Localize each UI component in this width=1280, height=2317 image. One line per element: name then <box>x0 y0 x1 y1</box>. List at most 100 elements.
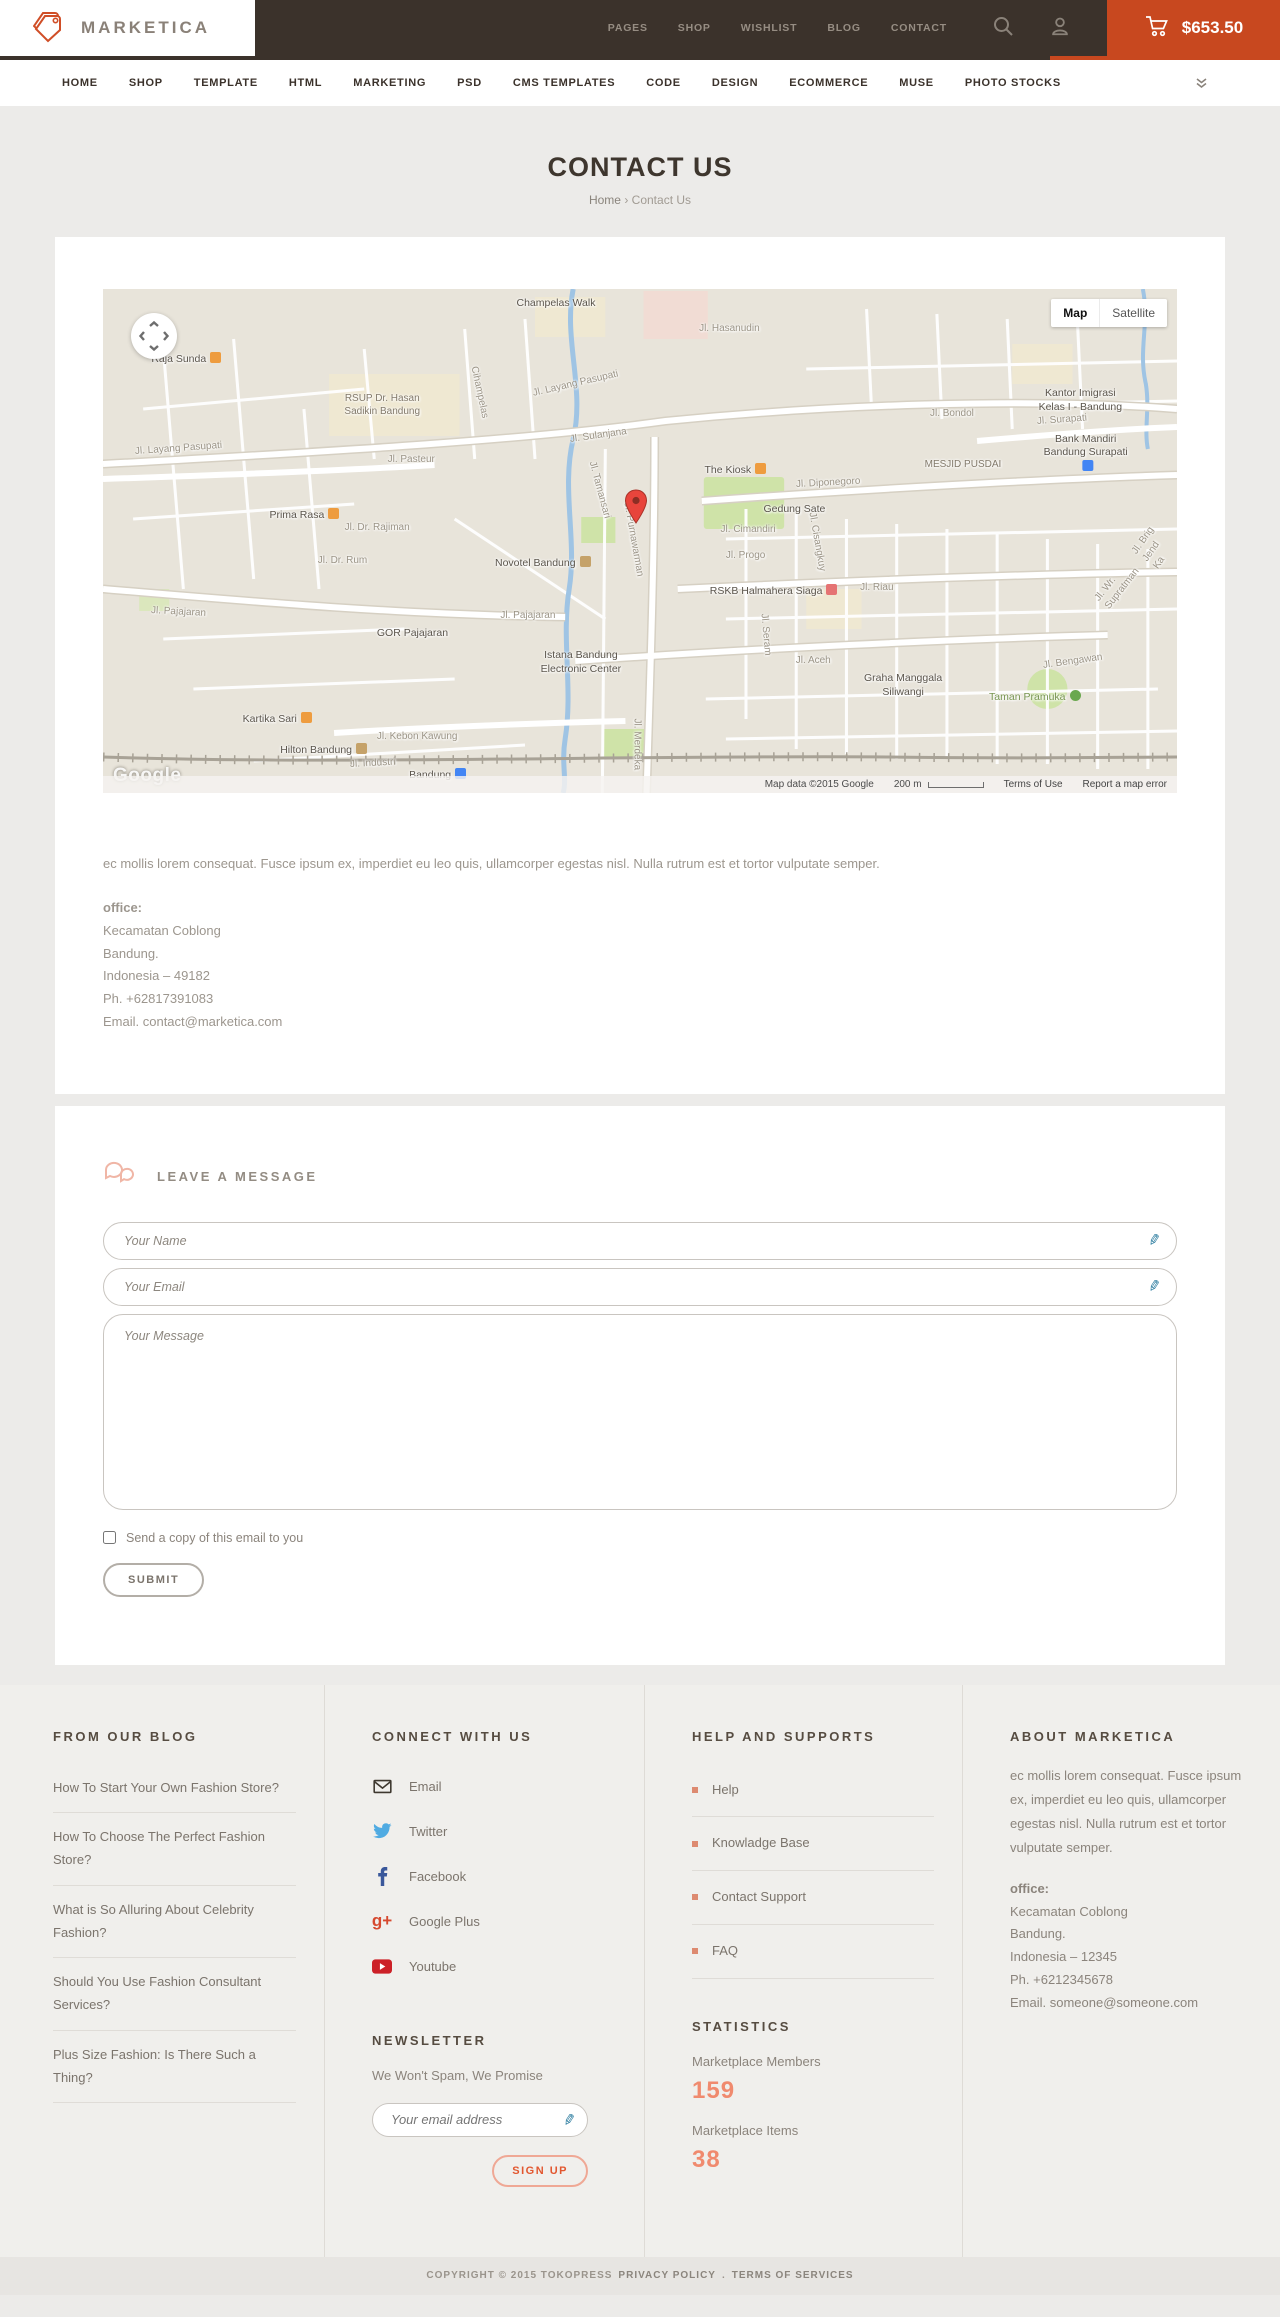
blog-post-link[interactable]: Should You Use Fashion Consultant Servic… <box>53 1958 296 2031</box>
address-line: Bandung. <box>1010 1926 1066 1942</box>
map-label: Jl. Pajajaran <box>500 610 556 622</box>
poi-icon <box>356 742 368 754</box>
main-navigation: HOME SHOP TEMPLATE HTML MARKETING PSD CM… <box>0 60 1280 106</box>
help-link[interactable]: Contact Support <box>692 1871 934 1925</box>
nav-html[interactable]: HTML <box>289 77 322 89</box>
office-label: office: <box>1010 1880 1049 1896</box>
newsletter-email-input[interactable] <box>372 2102 588 2137</box>
poi-icon <box>328 508 340 520</box>
signup-button[interactable]: SIGN UP <box>492 2154 588 2187</box>
nav-marketing[interactable]: MARKETING <box>353 77 426 89</box>
map-pan-control[interactable] <box>131 313 177 359</box>
poi-icon <box>826 583 838 595</box>
square-bullet-icon <box>692 1840 698 1847</box>
google-plus-icon: g+ <box>371 1911 393 1931</box>
blog-post-link[interactable]: How To Start Your Own Fashion Store? <box>53 1764 296 1814</box>
terms-of-services-link[interactable]: TERMS OF SERVICES <box>732 2270 854 2281</box>
cart-button[interactable]: $653.50 <box>1107 0 1280 56</box>
footer-help-column: HELP AND SUPPORTS Help Knowladge Base Cont… <box>645 1684 963 2257</box>
blog-post-link[interactable]: How To Choose The Perfect Fashion Store? <box>53 1813 296 1886</box>
header-nav-contact[interactable]: CONTACT <box>891 22 947 34</box>
map-label: Jl. Hasanudin <box>699 322 760 334</box>
search-icon[interactable] <box>991 14 1015 43</box>
name-input[interactable] <box>103 1221 1177 1260</box>
stat-items-value: 38 <box>692 2145 721 2173</box>
about-text: ec mollis lorem consequat. Fusce ipsum e… <box>1010 1767 1242 1855</box>
nav-muse[interactable]: MUSE <box>899 77 934 89</box>
address-line: Kecamatan Coblong <box>1010 1903 1128 1919</box>
blog-post-link[interactable]: Plus Size Fashion: Is There Such a Thing… <box>53 2031 296 2104</box>
map-label: Jl. Industri <box>349 756 396 770</box>
poi-icon <box>579 556 591 568</box>
nav-template[interactable]: TEMPLATE <box>194 77 258 89</box>
map-label: Jl. Kebon Kawung <box>376 731 458 742</box>
map-label: Jl. Pasteur <box>387 453 435 465</box>
section-title: LEAVE A MESSAGE <box>157 1168 318 1184</box>
map-label: Bank Mandiri Bandung Surapati <box>1040 433 1131 475</box>
leave-message-panel: LEAVE A MESSAGE ✎ ✎ Send a copy of this … <box>55 1105 1225 1665</box>
chat-bubbles-icon <box>103 1161 135 1192</box>
send-copy-checkbox[interactable] <box>103 1531 116 1545</box>
nav-psd[interactable]: PSD <box>457 77 482 89</box>
email-input[interactable] <box>103 1267 1177 1306</box>
brand-logo[interactable]: MARKETICA <box>0 0 255 56</box>
square-bullet-icon <box>692 1948 698 1955</box>
help-link[interactable]: Knowladge Base <box>692 1817 934 1872</box>
map-label: RSKB Halmahera Siaga <box>710 583 838 599</box>
contact-intro-text: ec mollis lorem consequat. Fusce ipsum e… <box>103 856 880 871</box>
message-textarea[interactable] <box>103 1313 1177 1510</box>
header-nav-pages[interactable]: PAGES <box>608 22 648 34</box>
nav-photo-stocks[interactable]: PHOTO STOCKS <box>965 77 1061 89</box>
youtube-icon <box>372 1959 392 1974</box>
address-line: Indonesia – 49182 <box>103 968 210 984</box>
help-link[interactable]: Help <box>692 1764 934 1818</box>
map-view-button[interactable]: Map <box>1051 299 1100 327</box>
footer-connect-column: CONNECT WITH US Email Twitter Facebook g… <box>325 1684 645 2257</box>
map-label: Istana Bandung Electronic Center <box>540 649 622 675</box>
poi-icon <box>1069 689 1081 701</box>
header-nav-blog[interactable]: BLOG <box>827 22 861 34</box>
send-copy-label: Send a copy of this email to you <box>126 1530 304 1545</box>
map-label: Novotel Bandung <box>495 556 591 571</box>
stat-members-label: Marketplace Members <box>692 2053 821 2069</box>
map-label: The Kiosk <box>704 462 767 478</box>
address-line: Indonesia – 12345 <box>1010 1949 1117 1965</box>
satellite-view-button[interactable]: Satellite <box>1099 299 1167 327</box>
user-account-icon[interactable] <box>1049 15 1071 42</box>
terms-of-use-link[interactable]: Terms of Use <box>1004 779 1063 790</box>
chevron-double-down-icon[interactable] <box>1195 77 1208 89</box>
nav-cms-templates[interactable]: CMS TEMPLATES <box>513 77 615 89</box>
nav-code[interactable]: CODE <box>646 77 681 89</box>
nav-home[interactable]: HOME <box>62 77 98 89</box>
submit-button[interactable]: SUBMIT <box>103 1562 205 1597</box>
privacy-policy-link[interactable]: PRIVACY POLICY <box>618 2270 716 2281</box>
address-line: Kecamatan Coblong <box>103 922 221 938</box>
social-facebook[interactable]: Facebook <box>372 1854 616 1899</box>
page-header: CONTACT US Home › Contact Us <box>0 106 1280 237</box>
help-link[interactable]: FAQ <box>692 1925 934 1979</box>
social-email[interactable]: Email <box>372 1764 616 1809</box>
map-label: Jl. Bondol <box>929 408 974 420</box>
social-google-plus[interactable]: g+ Google Plus <box>372 1899 616 1944</box>
report-map-error-link[interactable]: Report a map error <box>1083 779 1167 790</box>
blog-post-link[interactable]: What is So Alluring About Celebrity Fash… <box>53 1886 296 1959</box>
google-map[interactable]: Champelas Walk Jl. Hasanudin Raja Sunda … <box>103 289 1177 793</box>
map-marker-pin[interactable] <box>624 489 648 530</box>
breadcrumb-separator: › <box>624 193 629 207</box>
map-attribution-bar: Map data ©2015 Google 200 m Terms of Use… <box>103 776 1177 793</box>
nav-ecommerce[interactable]: ECOMMERCE <box>789 77 868 89</box>
twitter-icon <box>372 1823 392 1839</box>
brand-name: MARKETICA <box>81 18 210 37</box>
tag-logo-icon <box>32 9 67 48</box>
nav-design[interactable]: DESIGN <box>712 77 758 89</box>
footer-blog-column: FROM OUR BLOG How To Start Your Own Fash… <box>0 1684 325 2257</box>
social-youtube[interactable]: Youtube <box>372 1944 616 1989</box>
social-twitter[interactable]: Twitter <box>372 1809 616 1854</box>
breadcrumb-home-link[interactable]: Home <box>589 193 621 207</box>
header-nav-wishlist[interactable]: WISHLIST <box>741 22 798 34</box>
nav-shop[interactable]: SHOP <box>129 77 163 89</box>
header-nav-shop[interactable]: SHOP <box>678 22 711 34</box>
about-office-block: office: Kecamatan Coblong Bandung. Indones… <box>1010 1878 1252 2015</box>
page-title: CONTACT US <box>547 152 733 182</box>
map-scale: 200 m <box>894 779 984 790</box>
